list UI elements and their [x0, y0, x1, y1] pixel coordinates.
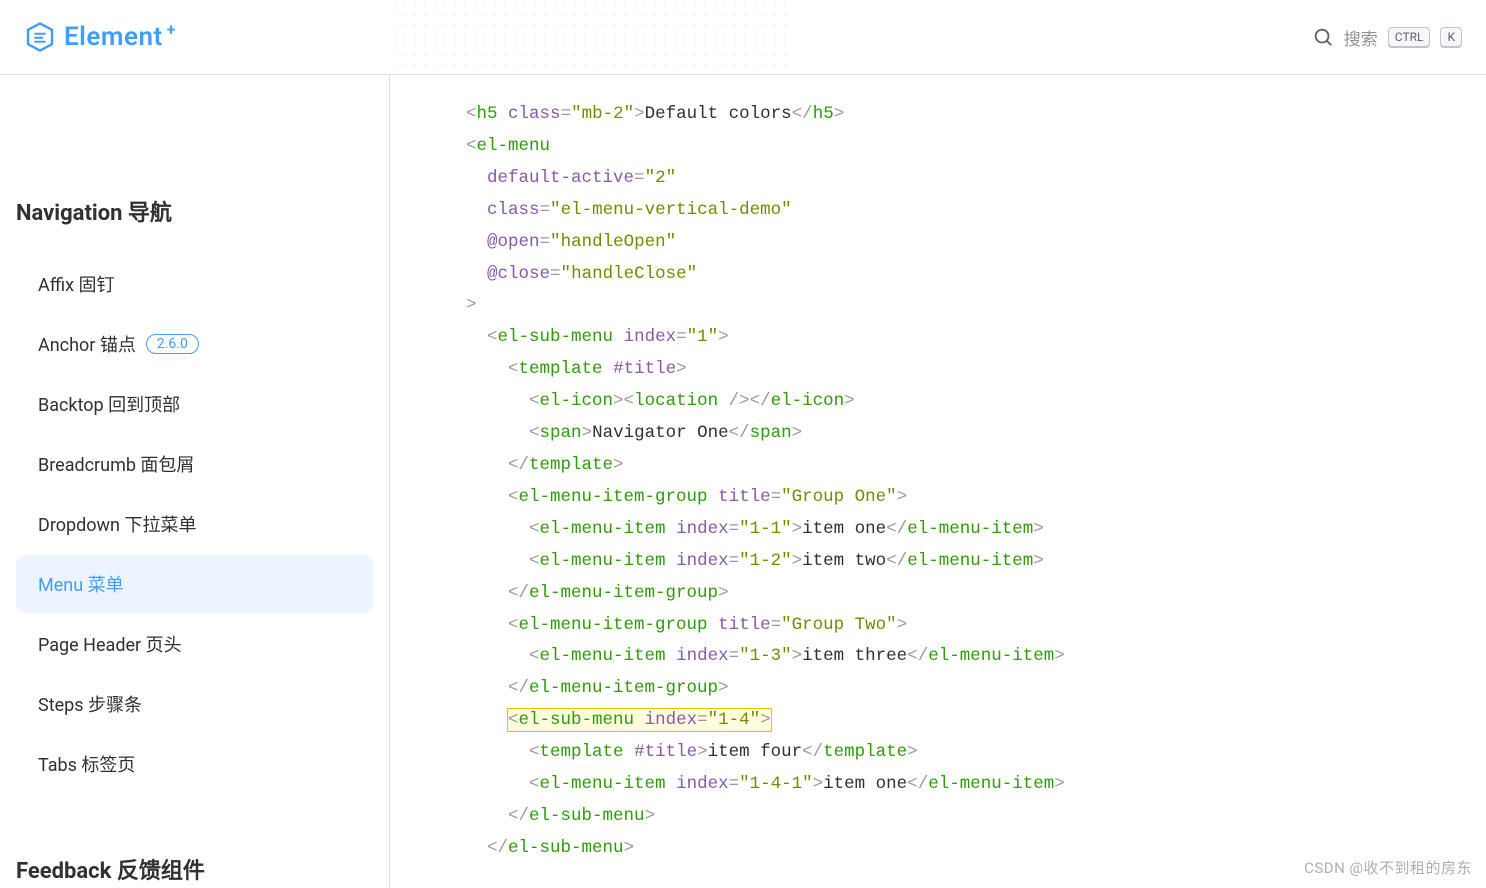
sidebar-item-label: Affix 固钉 [38, 271, 115, 297]
code-content: <h5 class="mb-2">Default colors</h5> <el… [390, 75, 1486, 888]
sidebar-item-label: Tabs 标签页 [38, 751, 135, 777]
sidebar-item-affix[interactable]: Affix 固钉 [16, 255, 373, 313]
app-header: Element + 搜索 CTRL K [0, 0, 1486, 75]
sidebar: Navigation 导航 Affix 固钉 Anchor 锚点 2.6.0 B… [0, 75, 390, 888]
sidebar-item-anchor[interactable]: Anchor 锚点 2.6.0 [16, 315, 373, 373]
kbd-ctrl: CTRL [1388, 27, 1431, 47]
sidebar-item-dropdown[interactable]: Dropdown 下拉菜单 [16, 495, 373, 553]
version-badge: 2.6.0 [146, 334, 199, 354]
sidebar-item-label: Steps 步骤条 [38, 691, 142, 717]
logo-text: Element [64, 22, 163, 52]
decorative-dots [390, 0, 790, 75]
search-icon [1312, 26, 1334, 48]
sidebar-item-label: Backtop 回到顶部 [38, 391, 180, 417]
logo-icon [24, 21, 56, 53]
sidebar-item-breadcrumb[interactable]: Breadcrumb 面包屑 [16, 435, 373, 493]
sidebar-item-steps[interactable]: Steps 步骤条 [16, 675, 373, 733]
code-block[interactable]: <h5 class="mb-2">Default colors</h5> <el… [466, 99, 1486, 865]
sidebar-item-label: Dropdown 下拉菜单 [38, 511, 196, 537]
logo-plus: + [167, 20, 176, 39]
search-button[interactable]: 搜索 CTRL K [1312, 25, 1462, 50]
search-label: 搜索 [1344, 25, 1378, 50]
kbd-k: K [1440, 27, 1462, 47]
sidebar-item-label: Breadcrumb 面包屑 [38, 451, 194, 477]
logo[interactable]: Element + [24, 21, 179, 53]
sidebar-group-navigation: Navigation 导航 [16, 195, 373, 227]
sidebar-item-label: Page Header 页头 [38, 631, 182, 657]
sidebar-item-tabs[interactable]: Tabs 标签页 [16, 735, 373, 793]
sidebar-item-backtop[interactable]: Backtop 回到顶部 [16, 375, 373, 433]
watermark: CSDN @收不到租的房东 [1304, 857, 1472, 878]
sidebar-group-feedback: Feedback 反馈组件 [16, 853, 373, 885]
main-layout: Navigation 导航 Affix 固钉 Anchor 锚点 2.6.0 B… [0, 75, 1486, 888]
sidebar-item-menu[interactable]: Menu 菜单 [16, 555, 373, 613]
sidebar-item-label: Menu 菜单 [38, 571, 124, 597]
sidebar-item-page-header[interactable]: Page Header 页头 [16, 615, 373, 673]
sidebar-item-label: Anchor 锚点 [38, 331, 136, 357]
